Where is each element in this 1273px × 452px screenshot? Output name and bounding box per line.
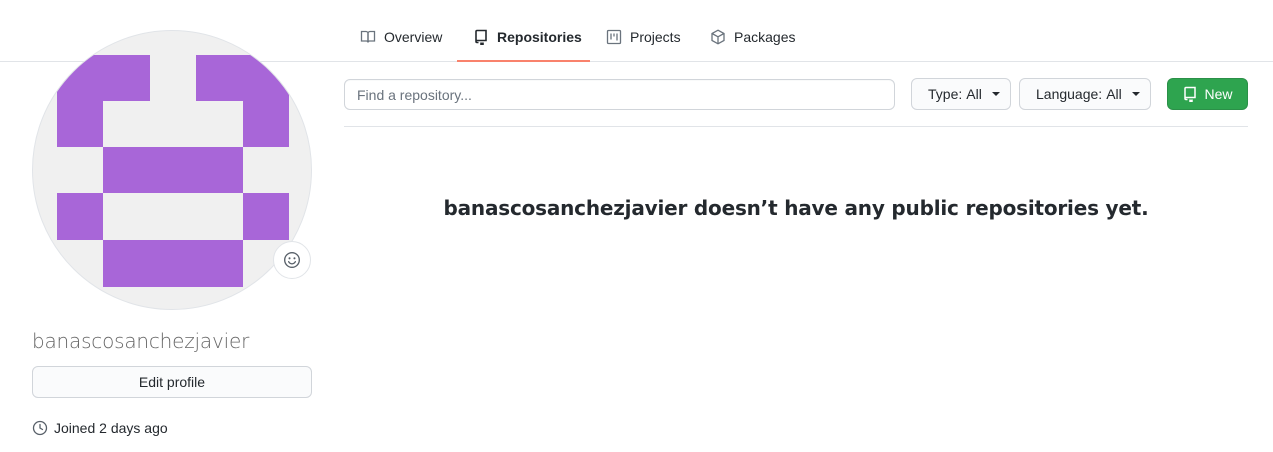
tab-label: Repositories [497,29,582,45]
type-filter-prefix: Type: [928,86,963,102]
identicon-block [243,193,289,240]
identicon-block [196,55,289,101]
project-icon [606,29,622,45]
tab-packages[interactable]: Packages [694,0,811,62]
identicon-block [57,101,103,147]
avatar-container [32,30,312,310]
joined-text: Joined 2 days ago [54,420,168,436]
type-filter-dropdown[interactable]: Type: All [911,78,1011,110]
caret-down-icon [991,92,1000,96]
identicon-block [243,101,289,147]
identicon-block [103,101,243,147]
language-filter-value: All [1106,86,1122,102]
new-repository-button[interactable]: New [1167,78,1248,110]
book-icon [360,29,376,45]
tab-repositories[interactable]: Repositories [457,0,590,62]
edit-profile-button[interactable]: Edit profile [32,366,312,398]
language-filter-prefix: Language: [1036,86,1103,102]
identicon-block [103,147,243,193]
repo-icon [473,29,489,45]
language-filter-dropdown[interactable]: Language: All [1019,78,1151,110]
tab-label: Overview [384,29,443,45]
tab-projects[interactable]: Projects [590,0,697,62]
avatar[interactable] [32,30,312,310]
divider [344,126,1248,127]
tab-label: Packages [734,29,796,45]
clock-icon [32,420,48,436]
new-button-label: New [1204,86,1233,102]
caret-down-icon [1131,92,1140,96]
repository-search-input[interactable] [344,79,895,110]
smiley-icon [284,252,300,268]
identicon-block [57,55,150,101]
repo-icon [1184,86,1197,102]
identicon-block [57,193,103,240]
package-icon [710,29,726,45]
profile-username: banascosanchezjavier [32,329,250,353]
joined-info: Joined 2 days ago [32,420,168,436]
tab-overview[interactable]: Overview [344,0,458,62]
identicon-block [103,240,243,287]
set-status-button[interactable] [273,241,311,279]
empty-repositories-message: banascosanchezjavier doesn’t have any pu… [443,196,1149,220]
tab-label: Projects [630,29,681,45]
type-filter-value: All [966,86,982,102]
